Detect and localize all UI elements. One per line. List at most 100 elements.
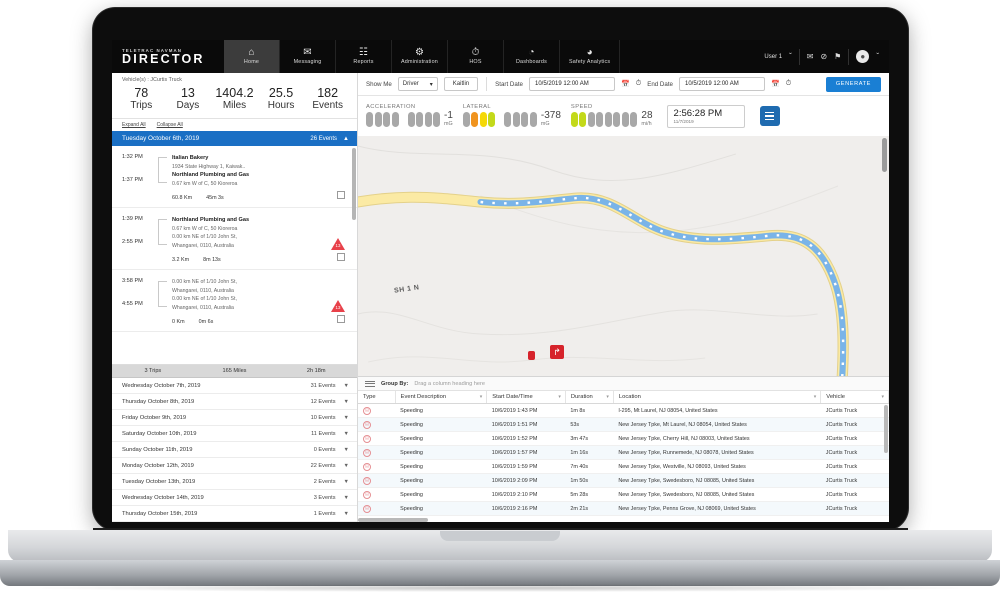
day-date: Thursday October 15th, 2019 [122, 510, 198, 517]
map-scrollbar[interactable] [882, 138, 887, 172]
filter-icon[interactable]: ▾ [480, 394, 483, 400]
group-by-bar[interactable]: Group By: Drag a column heading here [358, 377, 889, 391]
chevron-up-icon[interactable]: ▲ [343, 136, 349, 142]
clock-icon[interactable]: ⏱ [636, 80, 641, 88]
trip-row[interactable]: 1:39 PM 2:55 PM Northland Plumbing and G… [112, 208, 357, 270]
notifications-icon[interactable]: ⚑ [834, 52, 841, 61]
cell-vehicle: JCurtis Truck [820, 403, 889, 418]
table-row[interactable]: ☉ Speeding 10/6/2019 2:16 PM 2m 21s New … [358, 501, 889, 516]
chevron-down-icon[interactable]: ▼ [344, 383, 349, 389]
nav-item-hos[interactable]: ⏱ HOS [448, 40, 504, 73]
chevron-down-icon[interactable]: ▼ [344, 495, 349, 501]
column-header-vehicle[interactable]: Vehicle ▾ [820, 391, 889, 404]
table-row[interactable]: ☉ Speeding 10/6/2019 1:51 PM 53s New Jer… [358, 417, 889, 432]
chevron-down-icon[interactable]: ▼ [344, 399, 349, 405]
trip-row[interactable]: 1:32 PM 1:37 PM Italian Bakery 1934 Stat… [112, 146, 357, 208]
column-header-start-datetime[interactable]: Start Date/Time ▾ [486, 391, 566, 404]
table-row[interactable]: ☉ Speeding 10/6/2019 1:43 PM 1m 8s I-295… [358, 403, 889, 418]
brand-logo[interactable]: TELETRAC NAVMAN DIRECTOR [112, 40, 224, 73]
chevron-down-icon[interactable]: ˇ [876, 52, 879, 61]
table-row[interactable]: ☉ Speeding 10/6/2019 1:52 PM 3m 47s New … [358, 431, 889, 446]
trip-checkbox[interactable] [337, 191, 345, 199]
day-date: Monday October 12th, 2019 [122, 462, 194, 469]
filter-icon[interactable]: ▾ [558, 394, 561, 400]
column-header-type[interactable]: Type [358, 391, 396, 404]
alert-triangle-icon[interactable]: 13 [331, 300, 345, 312]
day-row[interactable]: Monday October 12th, 2019 22 Events ▼ [112, 458, 357, 474]
trip-checkbox[interactable] [337, 315, 345, 323]
filter-icon[interactable]: ▾ [881, 394, 884, 400]
avatar[interactable]: ● [856, 50, 870, 63]
map-vehicle-marker[interactable]: ↱ [550, 345, 564, 359]
grid-body[interactable]: Type Event Description ▾ Start Date/Time [358, 391, 889, 522]
chevron-down-icon[interactable]: ▼ [344, 447, 349, 453]
selected-day-header[interactable]: Tuesday October 6th, 2019 26 Events ▲ [112, 131, 357, 146]
gauge-segment [621, 112, 629, 127]
clock-icon[interactable]: ⏱ [786, 80, 791, 88]
day-row[interactable]: Thursday October 15th, 2019 1 Events ▼ [112, 506, 357, 522]
nav-item-messaging[interactable]: ✉ Messaging [280, 40, 336, 73]
user-menu-label[interactable]: User 1 [764, 54, 782, 60]
day-row[interactable]: Thursday October 8th, 2019 12 Events ▼ [112, 394, 357, 410]
day-events: 10 Events [310, 414, 336, 421]
table-row[interactable]: ☉ Speeding 10/6/2019 1:59 PM 7m 40s New … [358, 459, 889, 474]
trip-right-col: 13 [317, 216, 347, 263]
day-row[interactable]: Friday October 9th, 2019 10 Events ▼ [112, 410, 357, 426]
map-options-button[interactable] [759, 106, 780, 126]
chevron-down-icon[interactable]: ▼ [344, 511, 349, 517]
calendar-icon[interactable]: 📅 [771, 80, 780, 88]
speeding-event-icon: ☉ [363, 406, 371, 415]
chevron-down-icon[interactable]: ˇ [789, 52, 792, 61]
chevron-down-icon[interactable]: ▼ [344, 415, 349, 421]
alert-triangle-icon[interactable]: 13 [331, 238, 345, 250]
trip-row[interactable]: 3:58 PM 4:55 PM 0.00 km NE of 1/10 John … [112, 270, 357, 332]
column-header-location[interactable]: Location ▾ [613, 391, 822, 404]
table-row[interactable]: ☉ Speeding 10/6/2019 1:57 PM 1m 16s New … [358, 445, 889, 460]
column-header-event-description[interactable]: Event Description ▾ [395, 391, 488, 404]
calendar-icon[interactable]: 📅 [621, 80, 630, 88]
start-date-input[interactable]: 10/5/2019 12:00 AM [529, 77, 615, 91]
hamburger-line [765, 118, 775, 121]
driver-name-chip[interactable]: Kaitlin [443, 77, 479, 91]
cell-vehicle: JCurtis Truck [820, 487, 889, 502]
trip-checkbox[interactable] [337, 253, 345, 261]
collapse-all-link[interactable]: Collapse All [157, 122, 183, 128]
nav-item-home[interactable]: ⌂ Home [224, 40, 280, 73]
day-row[interactable]: Wednesday October 7th, 2019 31 Events ▼ [112, 378, 357, 394]
grid-horizontal-scrollbar[interactable] [358, 518, 428, 522]
help-icon[interactable]: ⊘ [820, 52, 827, 61]
messages-icon[interactable]: ✉ [807, 52, 814, 61]
gauge-segment [391, 112, 399, 127]
trip-dest-name: Northland Plumbing and Gas [172, 172, 250, 178]
day-row[interactable]: Tuesday October 13th, 2019 2 Events ▼ [112, 474, 357, 490]
chevron-down-icon[interactable]: ▼ [344, 431, 349, 437]
expand-all-link[interactable]: Expand All [122, 122, 146, 128]
day-row[interactable]: Saturday October 10th, 2019 11 Events ▼ [112, 426, 357, 442]
trips-list[interactable]: 1:32 PM 1:37 PM Italian Bakery 1934 Stat… [112, 146, 357, 365]
cell-start-datetime: 10/6/2019 1:59 PM [486, 459, 566, 474]
generate-button[interactable]: GENERATE [825, 76, 881, 92]
nav-item-reports[interactable]: ☷ Reports [336, 40, 392, 73]
filter-icon[interactable]: ▾ [606, 394, 609, 400]
nav-item-administration[interactable]: ⚙ Administration [392, 40, 448, 73]
trip-origin-address: 1934 State Highway 1, Kaiwak.. [172, 163, 246, 170]
column-header-duration[interactable]: Duration ▾ [565, 391, 614, 404]
map-canvas[interactable]: SH 1 N SH 1 N ↱ [358, 136, 889, 376]
grid-vertical-scrollbar[interactable] [884, 405, 888, 453]
day-row[interactable]: Wednesday October 14th, 2019 3 Events ▼ [112, 490, 357, 506]
day-row[interactable]: Sunday October 11th, 2019 0 Events ▼ [112, 442, 357, 458]
nav-item-dashboards[interactable]: ◔ Dashboards [504, 40, 560, 73]
trips-scrollbar[interactable] [352, 148, 356, 220]
map-event-marker-small[interactable] [528, 351, 535, 360]
gauge-segment [383, 112, 390, 127]
chevron-down-icon[interactable]: ▼ [344, 479, 349, 485]
table-row[interactable]: ☉ Speeding 10/6/2019 2:09 PM 1m 50s New … [358, 473, 889, 488]
gauge-acceleration-value: -1 [444, 110, 453, 121]
driver-select[interactable]: Driver ▾ [397, 77, 438, 91]
grid-menu-icon[interactable] [365, 380, 375, 387]
filter-icon[interactable]: ▾ [814, 394, 817, 400]
chevron-down-icon[interactable]: ▼ [344, 463, 349, 469]
nav-item-safety-analytics[interactable]: ◕ Safety Analytics [560, 40, 621, 73]
table-row[interactable]: ☉ Speeding 10/6/2019 2:10 PM 5m 28s New … [358, 487, 889, 502]
end-date-input[interactable]: 10/5/2019 12:00 AM [679, 77, 765, 91]
